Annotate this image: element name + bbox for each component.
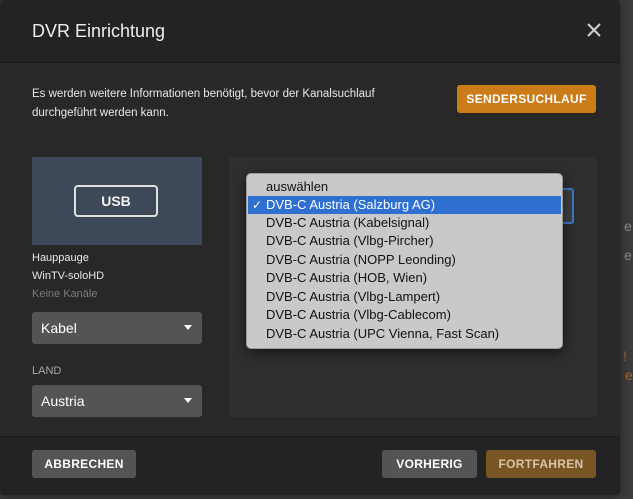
previous-button[interactable]: VORHERIG <box>382 450 477 478</box>
caret-down-icon <box>184 398 192 403</box>
country-value: Austria <box>41 393 85 409</box>
signal-type-value: Kabel <box>41 320 77 336</box>
background-text-fragment: ! <box>623 348 627 364</box>
caret-down-icon <box>184 325 192 330</box>
country-select[interactable]: Austria <box>32 385 202 417</box>
background-text-fragment: el <box>625 367 633 383</box>
close-icon[interactable] <box>582 18 606 42</box>
dropdown-option[interactable]: DVB-C Austria (NOPP Leonding) <box>248 251 561 269</box>
dialog-footer: ABBRECHEN VORHERIG FORTFAHREN <box>0 436 620 495</box>
country-label: LAND <box>32 365 62 377</box>
checkmark-icon: ✓ <box>252 198 263 212</box>
dropdown-option[interactable]: auswählen <box>248 178 561 196</box>
dropdown-option[interactable]: DVB-C Austria (Kabelsignal) <box>248 214 561 232</box>
dialog-header: DVR Einrichtung <box>0 0 620 63</box>
lineup-dropdown-menu: auswählen ✓ DVB-C Austria (Salzburg AG) D… <box>246 173 563 349</box>
cancel-button[interactable]: ABBRECHEN <box>32 450 136 478</box>
dropdown-option[interactable]: DVB-C Austria (Vlbg-Cablecom) <box>248 306 561 324</box>
background-text-fragment: e <box>624 218 632 234</box>
dvr-setup-dialog: DVR Einrichtung Es werden weitere Inform… <box>0 0 620 495</box>
device-channel-count: Keine Kanäle <box>32 288 98 300</box>
device-brand: Hauppauge <box>32 252 89 264</box>
background-text-fragment: e <box>624 247 632 263</box>
signal-type-select[interactable]: Kabel <box>32 312 202 344</box>
dropdown-option[interactable]: DVB-C Austria (UPC Vienna, Fast Scan) <box>248 325 561 343</box>
dropdown-option[interactable]: DVB-C Austria (Vlbg-Pircher) <box>248 232 561 250</box>
continue-button[interactable]: FORTFAHREN <box>486 450 596 478</box>
device-card[interactable]: USB <box>32 157 202 245</box>
dropdown-option[interactable]: DVB-C Austria (HOB, Wien) <box>248 269 561 287</box>
dropdown-option-selected[interactable]: ✓ DVB-C Austria (Salzburg AG) <box>248 196 561 214</box>
channel-scan-button[interactable]: SENDERSUCHLAUF <box>457 85 596 113</box>
dropdown-option[interactable]: DVB-C Austria (Vlbg-Lampert) <box>248 288 561 306</box>
info-text: Es werden weitere Informationen benötigt… <box>32 88 375 119</box>
dialog-title: DVR Einrichtung <box>32 21 166 41</box>
device-model: WinTV-soloHD <box>32 270 105 282</box>
usb-badge: USB <box>74 185 158 217</box>
